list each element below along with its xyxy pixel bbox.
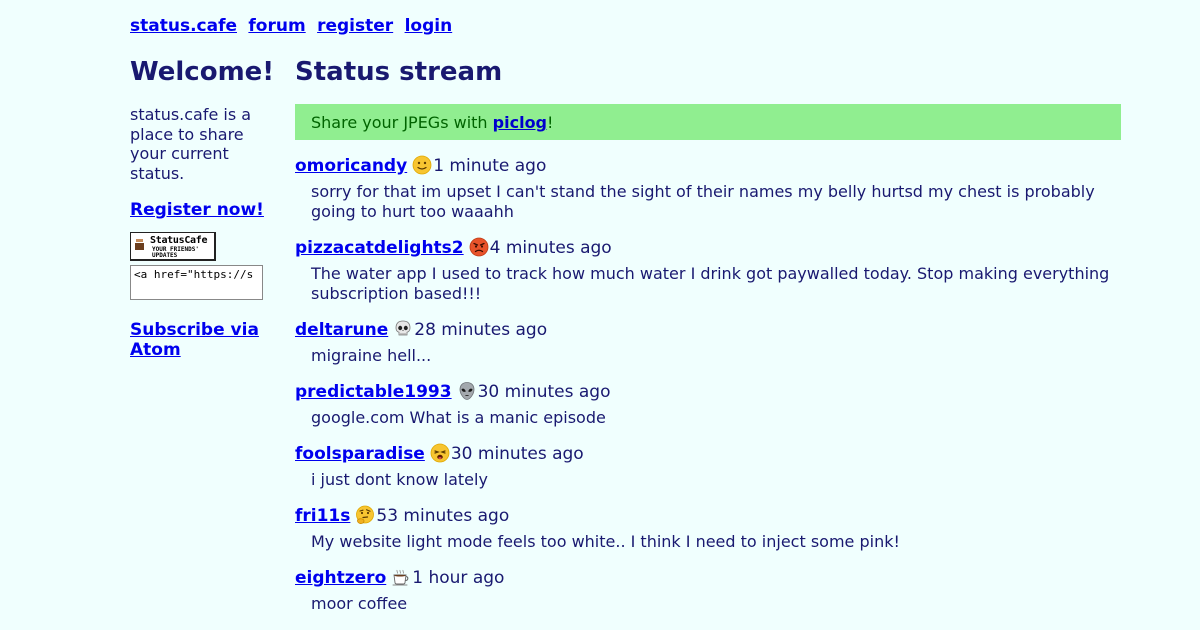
embed-code-field[interactable]: <a href="https://s	[130, 265, 263, 300]
status-time: 1 hour ago	[412, 568, 505, 588]
status-entry: foolsparadise 30 minutes ago i just dont k…	[295, 442, 1121, 490]
status-username-link[interactable]: deltarune	[295, 320, 388, 340]
tired-face-icon	[430, 443, 450, 463]
status-entry: pizzacatdelights2 4 minutes ago The water …	[295, 236, 1121, 304]
subscribe-atom-link[interactable]: Subscribe via Atom	[130, 320, 270, 360]
status-time: 28 minutes ago	[414, 320, 548, 340]
status-username-link[interactable]: pizzacatdelights2	[295, 238, 464, 258]
intro-text: status.cafe is a place to share your cur…	[130, 105, 252, 183]
status-header: omoricandy 1 minute ago	[295, 154, 1121, 178]
status-entry: deltarune 28 minutes ago migraine hell...	[295, 318, 1121, 366]
status-time: 30 minutes ago	[477, 382, 611, 402]
badge-subtitle: YOUR FRIENDS' UPDATES	[152, 246, 199, 259]
coffee-cup-icon	[135, 239, 145, 250]
piclog-banner: Share your JPEGs with piclog!	[295, 104, 1121, 140]
status-username-link[interactable]: omoricandy	[295, 156, 407, 176]
status-entry: omoricandy 1 minute ago sorry for that im …	[295, 154, 1121, 222]
status-time: 1 minute ago	[433, 156, 547, 176]
alien-icon	[457, 381, 477, 401]
status-username-link[interactable]: fri11s	[295, 506, 350, 526]
piclog-link[interactable]: piclog	[493, 113, 547, 132]
skull-icon	[393, 319, 413, 339]
status-stream: Status stream Share your JPEGs with picl…	[295, 55, 1121, 614]
status-list: omoricandy 1 minute ago sorry for that im …	[295, 154, 1121, 614]
sidebar: Welcome! status.cafe is a place to share…	[130, 55, 275, 360]
status-username-link[interactable]: predictable1993	[295, 382, 452, 402]
status-text: My website light mode feels too white.. …	[311, 532, 900, 551]
welcome-heading: Welcome!	[130, 57, 275, 87]
angry-face-icon	[469, 237, 489, 257]
status-header: foolsparadise 30 minutes ago	[295, 442, 1121, 466]
status-text: google.com What is a manic episode	[311, 408, 606, 427]
status-header: predictable1993 30 minutes ago	[295, 380, 1121, 404]
status-time: 4 minutes ago	[489, 238, 612, 258]
status-text: migraine hell...	[311, 346, 432, 365]
status-header: fri11s 53 minutes ago	[295, 504, 1121, 528]
status-entry: predictable1993 30 minutes ago google.com …	[295, 380, 1121, 428]
register-link[interactable]: register	[317, 16, 393, 36]
coffee-icon	[391, 567, 411, 587]
badge-title: StatusCafe	[150, 235, 208, 246]
forum-link[interactable]: forum	[248, 16, 305, 36]
status-entry: eightzero 1 hour ago moor coffee	[295, 566, 1121, 614]
thinking-face-icon	[355, 505, 375, 525]
status-text: The water app I used to track how much w…	[311, 264, 1110, 303]
status-time: 30 minutes ago	[450, 444, 584, 464]
top-nav: status.cafe forum register login	[130, 16, 458, 36]
status-header: eightzero 1 hour ago	[295, 566, 1121, 590]
status-header: deltarune 28 minutes ago	[295, 318, 1121, 342]
status-text: sorry for that im upset I can't stand th…	[311, 182, 1095, 221]
status-entry: fri11s 53 minutes ago My website light mod…	[295, 504, 1121, 552]
banner-text: Share your JPEGs with	[311, 113, 493, 132]
banner-suffix: !	[547, 113, 554, 132]
login-link[interactable]: login	[405, 16, 453, 36]
site-home-link[interactable]: status.cafe	[130, 16, 237, 36]
status-text: moor coffee	[311, 594, 408, 613]
page-title: Status stream	[295, 57, 503, 87]
status-time: 53 minutes ago	[376, 506, 510, 526]
status-username-link[interactable]: eightzero	[295, 568, 386, 588]
slightly-smiling-face-icon	[412, 155, 432, 175]
register-now-link[interactable]: Register now!	[130, 200, 270, 220]
status-header: pizzacatdelights2 4 minutes ago	[295, 236, 1121, 260]
status-text: i just dont know lately	[311, 470, 488, 489]
status-username-link[interactable]: foolsparadise	[295, 444, 425, 464]
statuscafe-badge[interactable]: StatusCafe YOUR FRIENDS' UPDATES	[130, 232, 216, 261]
